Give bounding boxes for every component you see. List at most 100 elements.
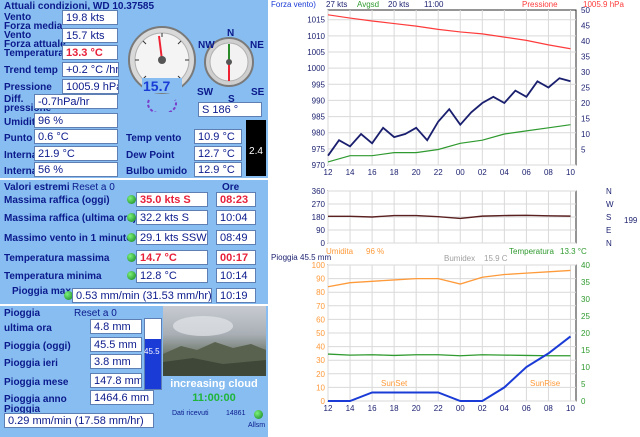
y-right-tick-label: N — [606, 187, 612, 196]
y-right-tick-label: 40 — [581, 261, 590, 270]
ieri-value: 3.8 mm — [90, 354, 142, 369]
y-left-tick-label: 975 — [312, 145, 326, 154]
extreme-value: 32.2 kts S — [136, 210, 208, 225]
y-left-tick-label: 100 — [312, 261, 326, 270]
bulbo-label: Bulbo umido — [126, 166, 188, 177]
y-left-tick-label: 180 — [312, 213, 326, 222]
extreme-value: 12.8 °C — [136, 268, 208, 283]
c3-legend-umidita: Umidita — [326, 247, 354, 256]
extreme-led-icon — [127, 253, 136, 262]
x-tick-label: 20 — [412, 404, 421, 413]
y-left-tick-label: 20 — [316, 370, 325, 379]
compass-n: N — [227, 28, 235, 39]
c3-sunset: SunSet — [381, 379, 408, 388]
oggi-value: 45.5 mm — [90, 337, 142, 352]
y-left-tick-label: 80 — [316, 288, 325, 297]
extreme-time: 08:23 — [216, 192, 256, 207]
temp-vento-label: Temp vento — [126, 133, 182, 144]
c1-legend-pressione-val: 1005.9 hPa — [583, 0, 624, 9]
punto-value: 0.6 °C — [34, 129, 118, 144]
webcam-image — [163, 306, 266, 376]
x-tick-label: 16 — [368, 404, 377, 413]
y-left-tick-label: 985 — [312, 113, 326, 122]
bulbo-value: 12.9 °C — [194, 162, 242, 177]
extreme-label: Temperatura massima — [4, 253, 110, 264]
y-right-tick-label: 0 — [581, 397, 586, 406]
y-left-tick-label: 270 — [312, 200, 326, 209]
extreme-time: 00:17 — [216, 250, 256, 265]
pioggia-max-label: Pioggia max — [12, 286, 71, 297]
c1-legend-forza-val: 27 kts — [326, 0, 348, 9]
wind-speed-gauge — [128, 26, 196, 112]
y-left-tick-label: 995 — [312, 80, 326, 89]
extremes-reset[interactable]: Reset a 0 — [72, 182, 115, 193]
c1-legend-forza: Forza vento) — [271, 0, 316, 9]
y-left-tick-label: 1010 — [307, 32, 325, 41]
ieri-label: Pioggia ieri — [4, 358, 58, 369]
x-tick-label: 16 — [368, 168, 377, 177]
y-right-tick-label: 25 — [581, 84, 590, 93]
temp-vento-value: 10.9 °C — [194, 129, 242, 144]
c1-legend-avg: Avgsd — [357, 0, 380, 9]
c1-legend-avg-val: 20 kts — [388, 0, 410, 9]
compass-sw: SW — [197, 87, 214, 98]
y-right-tick-label: 35 — [581, 53, 590, 62]
dati-ricevuti-label: Dati ricevuti — [172, 410, 209, 417]
x-tick-label: 18 — [390, 168, 399, 177]
wind-pressure-chart: 12 14 16 18 20 22 00 02 04 06 08 109709759809859909… — [307, 6, 590, 177]
c3-legend-umidita-val: 96 % — [366, 247, 385, 256]
extreme-led-icon — [127, 271, 136, 280]
y-left-tick-label: 40 — [316, 343, 325, 352]
y-right-tick-label: 30 — [581, 295, 590, 304]
x-tick-label: 10 — [566, 168, 575, 177]
extreme-value: 14.7 °C — [136, 250, 208, 265]
y-left-tick-label: 0 — [321, 239, 326, 248]
compass-se: SE — [251, 87, 265, 98]
compass-nw: NW — [198, 40, 215, 51]
x-tick-label: 22 — [434, 404, 443, 413]
c3-legend-temperatura-val: 13.3 °C — [560, 247, 587, 256]
interna-hum-value: 56 % — [34, 162, 118, 177]
y-right-tick-label: 5 — [581, 146, 586, 155]
y-right-tick-label: 40 — [581, 37, 590, 46]
extreme-label: Temperatura minima — [4, 271, 102, 282]
x-tick-label: 06 — [522, 404, 531, 413]
pressione-label: Pressione — [4, 82, 52, 93]
y-right-tick-label: 30 — [581, 68, 590, 77]
pioggia-rate-value: 0.29 mm/min (17.58 mm/hr) — [4, 413, 154, 428]
y-left-tick-label: 1015 — [307, 16, 325, 25]
rain-reset[interactable]: Reset a 0 — [74, 308, 117, 319]
c3-pioggia-label: Pioggia — [271, 253, 298, 262]
x-tick-label: 14 — [346, 168, 355, 177]
extreme-led-icon — [127, 195, 136, 204]
y-right-tick-label: E — [606, 226, 611, 235]
extreme-value: 29.1 kts SSW — [136, 230, 208, 245]
x-tick-label: 08 — [544, 168, 553, 177]
wind-direction-value: S 186 ° — [198, 102, 262, 117]
humidity-temp-rain-chart: 12 14 16 18 20 22 00 02 04 06 08 100102030405060708… — [312, 261, 591, 413]
x-tick-label: 02 — [478, 168, 487, 177]
extremes-title: Valori estremi — [4, 182, 70, 193]
extreme-time: 10:04 — [216, 210, 256, 225]
x-tick-label: 20 — [412, 168, 421, 177]
y-left-tick-label: 980 — [312, 129, 326, 138]
oggi-label: Pioggia (oggi) — [4, 341, 71, 352]
uv-value: 2.4 — [249, 146, 263, 157]
extreme-time: 08:49 — [216, 230, 256, 245]
temperatura-label: Temperatura — [4, 48, 64, 59]
x-tick-label: 04 — [500, 404, 509, 413]
y-left-tick-label: 90 — [316, 275, 325, 284]
mese-value: 147.8 mm — [90, 373, 142, 388]
extreme-time: 10:14 — [216, 268, 256, 283]
rain-bar-value: 45.5 — [144, 347, 160, 356]
y-right-tick-label: 20 — [581, 329, 590, 338]
c3-legend-bumidex: Bumidex — [444, 254, 476, 263]
y-left-tick-label: 10 — [316, 383, 325, 392]
rain-title: Pioggia — [4, 308, 41, 319]
x-tick-label: 18 — [390, 404, 399, 413]
c1-legend-time: 11:00 — [424, 0, 444, 9]
extreme-led-icon — [127, 233, 136, 242]
y-left-tick-label: 0 — [321, 397, 326, 406]
gauge-speed-value: 15.7 — [143, 78, 171, 94]
y-right-tick-label: N — [606, 239, 612, 248]
